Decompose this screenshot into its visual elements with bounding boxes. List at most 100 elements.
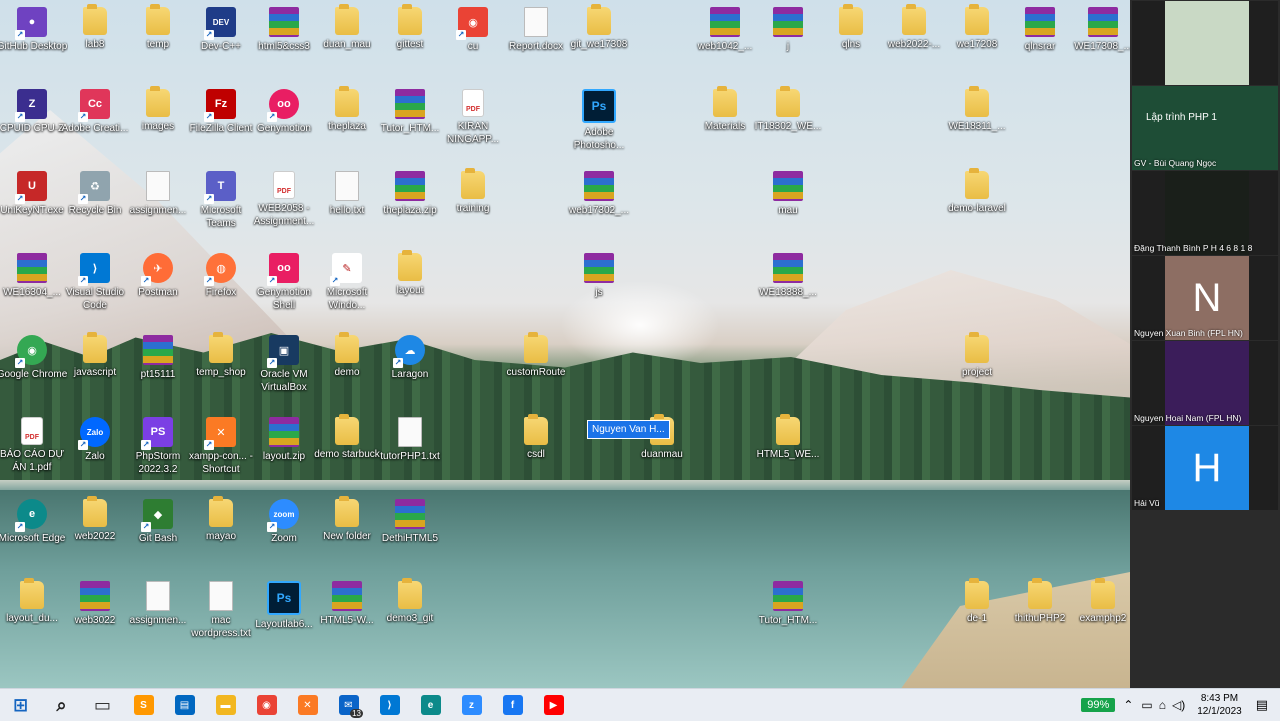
desktop-icon[interactable]: gittest [378, 4, 442, 87]
participant-tile[interactable]: Đặng Thanh Bình P H 4 6 8 1 8 [1132, 171, 1278, 255]
desktop-icon[interactable]: ◉Google Chrome [0, 333, 67, 415]
desktop-icon[interactable]: WE18311_... [945, 86, 1009, 169]
desktop-icon[interactable]: pt15111 [126, 333, 190, 415]
desktop-icon[interactable]: assignmen... [126, 169, 190, 251]
taskbar-button[interactable]: e [410, 689, 451, 721]
desktop-icon[interactable]: js [567, 251, 631, 333]
desktop-icon[interactable]: mayao [189, 496, 253, 579]
taskbar-button[interactable]: z [451, 689, 492, 721]
desktop-icon[interactable]: project [945, 332, 1009, 415]
desktop-icon[interactable]: mau [756, 169, 820, 251]
desktop-icon[interactable]: New folder [315, 496, 379, 579]
desktop-icon[interactable]: TMicrosoft Teams [189, 169, 253, 251]
desktop-icon[interactable]: WE18388_... [756, 251, 820, 333]
chevron-up-icon[interactable]: ⌃ [1123, 698, 1133, 712]
desktop-icon[interactable]: assignmen... [126, 579, 190, 661]
taskbar-button[interactable]: ◉ [246, 689, 287, 721]
taskbar-button[interactable]: ▶ [533, 689, 574, 721]
taskbar-button[interactable]: f [492, 689, 533, 721]
desktop-icon[interactable]: PDF BÁO CÁO DỰ ÁN 1.pdf [0, 415, 64, 497]
desktop-icon[interactable]: duan_mau [315, 4, 379, 87]
desktop-icon[interactable]: Tutor_HTM... [378, 87, 442, 169]
participant-tile[interactable]: Lập trình PHP 1 GV - Bùi Quang Ngọc [1132, 86, 1278, 170]
desktop-icon[interactable]: temp [126, 4, 190, 87]
desktop-icon[interactable]: HTML5_WE... [756, 414, 820, 497]
desktop-icon[interactable]: UUniKeyNT.exe [0, 169, 64, 251]
desktop-icon[interactable]: demo-laravel [945, 168, 1009, 251]
desktop-icon[interactable]: git_we17308 [567, 4, 631, 87]
battery-icon[interactable]: ▭ [1141, 698, 1152, 712]
desktop-icon[interactable]: ZaloZalo [63, 415, 127, 497]
clock[interactable]: 8:43 PM 12/1/2023 [1197, 692, 1242, 718]
network-icon[interactable]: ⌂ [1159, 698, 1166, 712]
desktop-icon[interactable]: WE16304_... [0, 251, 64, 333]
desktop-icon[interactable]: PSPhpStorm 2022.3.2 [126, 415, 190, 497]
desktop-icon[interactable]: csdl [504, 414, 568, 497]
participant-tile[interactable] [1132, 1, 1278, 85]
desktop-icon[interactable]: de-1 [945, 578, 1009, 661]
desktop-icon[interactable]: mac wordpress.txt [189, 579, 253, 661]
desktop-icon[interactable]: PDF KIRAN NINGAPP... [441, 87, 505, 169]
desktop-icon[interactable]: ✕xampp-con... - Shortcut [189, 415, 253, 497]
taskbar-button[interactable]: ✕ [287, 689, 328, 721]
desktop-icon[interactable]: training [441, 168, 505, 251]
desktop-icon[interactable]: lab8 [63, 4, 127, 87]
desktop-icon[interactable]: FzFileZilla Client [189, 87, 253, 169]
desktop-icon[interactable]: ⟩Visual Studio Code [63, 251, 127, 333]
desktop-icon[interactable]: ZCPUID CPU-Z [0, 87, 64, 169]
desktop-icon[interactable]: demo3_git [378, 578, 442, 661]
desktop-icon[interactable]: examphp2 [1071, 578, 1135, 661]
desktop-icon[interactable]: ☁Laragon [378, 333, 442, 415]
desktop-icon[interactable]: hello.txt [315, 169, 379, 251]
desktop-icon[interactable]: web1042_... [693, 5, 757, 87]
participant-tile[interactable]: H Hải Vũ [1132, 426, 1278, 510]
desktop-icon[interactable]: ♻Recycle Bin [63, 169, 127, 251]
desktop-icon[interactable]: Ps Layoutlab6... [252, 579, 316, 661]
desktop-icon[interactable]: j [756, 5, 820, 87]
desktop-icon[interactable]: Materials [693, 86, 757, 169]
taskbar-button[interactable]: ▭ [82, 689, 123, 721]
desktop-icon[interactable]: ◆Git Bash [126, 497, 190, 579]
desktop-icon[interactable]: web2022-... [882, 4, 946, 87]
taskbar-button[interactable]: ⟩ [369, 689, 410, 721]
taskbar-button[interactable]: ⊞ [0, 689, 41, 721]
desktop-icon[interactable]: ✎Microsoft Windo... [315, 251, 379, 333]
participant-tile[interactable]: N Nguyen Xuan Binh (FPL HN) [1132, 256, 1278, 340]
taskbar-button[interactable]: ▬ [205, 689, 246, 721]
volume-icon[interactable]: ◁) [1172, 698, 1185, 712]
desktop-icon[interactable]: WE17308_... [1071, 5, 1135, 87]
desktop-icon[interactable]: theplaza [315, 86, 379, 169]
desktop-icon[interactable]: qlnsrar [1008, 5, 1072, 87]
desktop-icon[interactable]: thithuPHP2 [1008, 578, 1072, 661]
desktop-icon[interactable]: zoomZoom [252, 497, 316, 579]
desktop-icon[interactable]: demo starbuck [314, 414, 380, 497]
desktop-icon[interactable]: temp_shop [189, 332, 253, 415]
desktop-icon[interactable]: we17208 [945, 4, 1009, 87]
desktop-icon[interactable]: layout.zip [252, 415, 316, 497]
desktop-icon[interactable]: ●GitHub Desktop [0, 5, 67, 87]
desktop-icon[interactable]: javascript [63, 332, 127, 415]
desktop-icon[interactable]: theplaza.zip [378, 169, 442, 251]
desktop-icon[interactable]: web3022 [63, 579, 127, 661]
desktop-icon[interactable]: CcAdobe Creati... [62, 87, 128, 169]
desktop-icon[interactable]: layout [378, 250, 442, 333]
desktop-icon[interactable]: ◉cu [441, 5, 505, 87]
desktop-icon[interactable]: ooGenymotion Shell [252, 251, 316, 333]
desktop-icon[interactable]: ✈Postman [126, 251, 190, 333]
desktop-icon[interactable]: images [126, 86, 190, 169]
taskbar-button[interactable]: ▤ [164, 689, 205, 721]
participant-tile[interactable]: Nguyen Hoai Nam (FPL HN) [1132, 341, 1278, 425]
battery-indicator[interactable]: 99% [1081, 698, 1116, 712]
desktop-icon[interactable]: demo [315, 332, 379, 415]
desktop-icon[interactable]: customRoute [504, 332, 568, 415]
desktop-icon[interactable]: ▣Oracle VM VirtualBox [252, 333, 316, 415]
desktop-icon[interactable]: layout_du... [0, 578, 64, 661]
desktop-icon[interactable]: ◍Firefox [189, 251, 253, 333]
notification-icon[interactable]: ▤ [1256, 697, 1268, 713]
desktop-icon[interactable]: tutorPHP1.txt [378, 415, 442, 497]
desktop-icon[interactable]: Tutor_HTM... [756, 579, 820, 661]
desktop-icon[interactable]: DethiHTML5 [378, 497, 442, 579]
desktop-icon[interactable]: IT18302_WE... [755, 86, 821, 169]
desktop-icon[interactable]: DEVDev-C++ [189, 5, 253, 87]
desktop-icon[interactable]: qlns [819, 4, 883, 87]
